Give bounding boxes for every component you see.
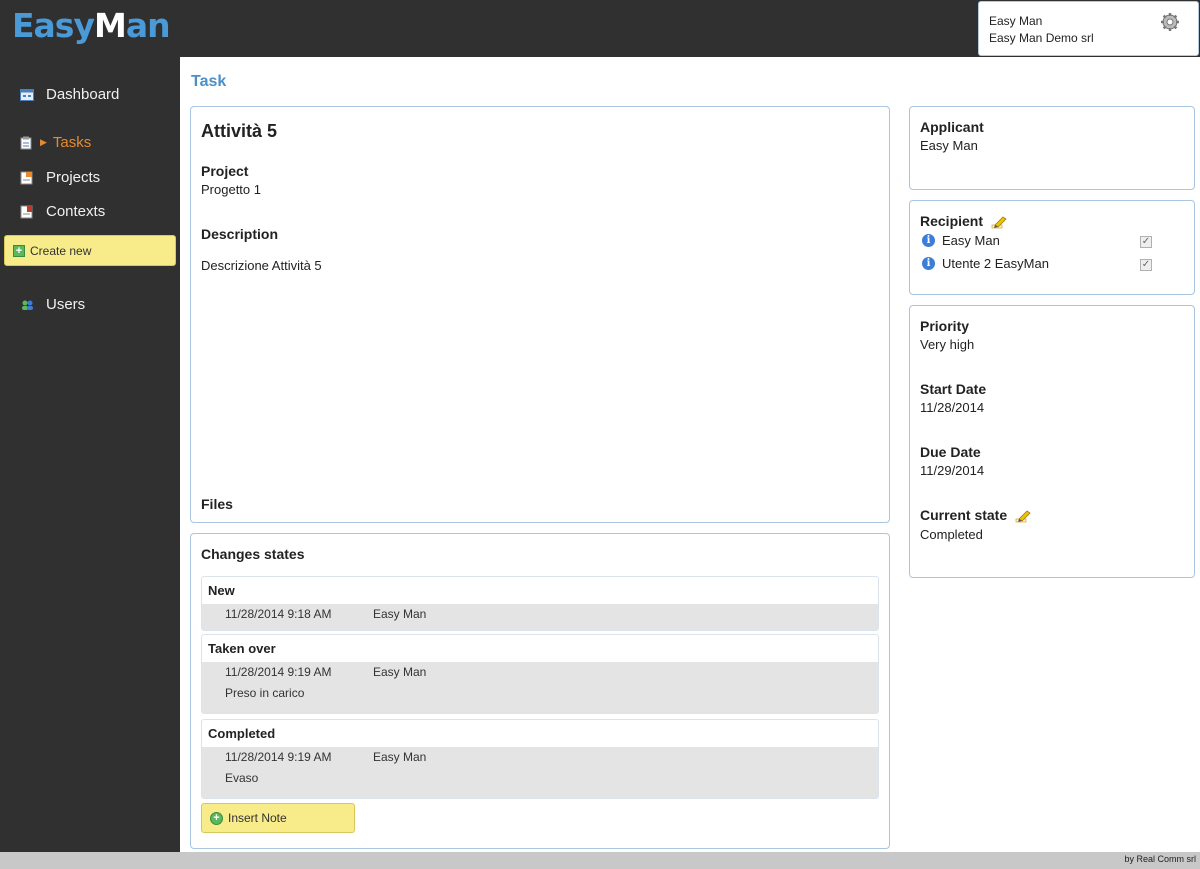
footer-credit: by Real Comm srl (1124, 854, 1196, 864)
description-label: Description (201, 226, 279, 242)
recipient-item: i Easy Man (922, 233, 1000, 248)
project-label: Project (201, 163, 249, 179)
state-details: 11/28/2014 9:18 AM Easy Man (202, 604, 878, 630)
changes-states-title: Changes states (201, 546, 305, 562)
user-box[interactable]: Easy Man Easy Man Demo srl (978, 1, 1199, 56)
state-name: Completed (208, 726, 276, 741)
state-name: Taken over (208, 641, 276, 656)
current-state-label: Current state (920, 507, 1008, 523)
priority-value: Very high (920, 337, 975, 352)
active-arrow-icon: ▶ (40, 137, 47, 147)
state-date: 11/28/2014 9:18 AM (225, 607, 332, 621)
sidebar-item-label: Tasks (52, 134, 92, 151)
project-value: Progetto 1 (201, 182, 261, 197)
state-details: 11/28/2014 9:19 AM Easy Man Preso in car… (202, 662, 878, 713)
projects-icon (20, 171, 33, 184)
task-title: Attività 5 (201, 121, 278, 141)
state-note: Evaso (225, 771, 259, 785)
task-panel: Attività 5 Project Progetto 1 Descriptio… (190, 106, 890, 523)
sidebar: Dashboard ▶ Tasks Projects Contexts + Cr… (0, 57, 180, 852)
state-note: Preso in carico (225, 686, 305, 700)
start-date-value: 11/28/2014 (920, 400, 985, 415)
page-title: Task (191, 73, 227, 90)
contexts-icon (20, 205, 33, 218)
changes-states-panel: Changes states New 11/28/2014 9:18 AM Ea… (190, 533, 890, 849)
recipient-panel: Recipient i Easy Man ✓ i Utente 2 EasyMa… (909, 200, 1195, 295)
recipient-label: Recipient (920, 213, 984, 229)
edit-state-pencil-icon[interactable] (1015, 510, 1031, 523)
sidebar-item-label: Dashboard (46, 86, 120, 103)
create-new-button[interactable]: + Create new (4, 235, 176, 266)
due-date-value: 11/29/2014 (920, 463, 985, 478)
logo-part-m: M (93, 6, 127, 45)
recipient-item: i Utente 2 EasyMan (922, 256, 1049, 271)
recipient-checkbox[interactable]: ✓ (1140, 236, 1152, 248)
edit-recipient-pencil-icon[interactable] (991, 216, 1007, 229)
footer: by Real Comm srl (0, 852, 1200, 869)
users-icon (22, 300, 33, 310)
sidebar-item-label: Contexts (46, 203, 106, 220)
state-user: Easy Man (373, 607, 427, 621)
sidebar-item-label: Users (46, 296, 86, 313)
state-date: 11/28/2014 9:19 AM (225, 750, 332, 764)
description-value: Descrizione Attività 5 (201, 258, 322, 273)
sidebar-item-contexts[interactable]: Contexts (20, 203, 105, 220)
applicant-panel: Applicant Easy Man (909, 106, 1195, 190)
sidebar-item-tasks[interactable]: ▶ Tasks (20, 134, 91, 151)
sidebar-item-dashboard[interactable]: Dashboard (20, 86, 119, 103)
state-entry-new: New 11/28/2014 9:18 AM Easy Man (201, 576, 879, 631)
due-date-label: Due Date (920, 444, 981, 460)
logo-part-easy: Easy (12, 6, 95, 45)
recipient-name: Utente 2 EasyMan (942, 256, 1049, 271)
plus-icon: + (13, 244, 25, 257)
applicant-value: Easy Man (920, 138, 978, 153)
gear-icon[interactable] (1160, 12, 1180, 32)
easyman-logo[interactable]: EasyMan (12, 6, 171, 45)
recipient-checkbox[interactable]: ✓ (1140, 259, 1152, 271)
details-panel: Priority Very high Start Date 11/28/2014… (909, 305, 1195, 578)
top-bar: EasyMan Easy Man Easy Man Demo srl (0, 0, 1200, 57)
current-state-value: Completed (920, 527, 983, 542)
state-name: New (208, 583, 235, 598)
state-entry-completed: Completed 11/28/2014 9:19 AM Easy Man Ev… (201, 719, 879, 799)
state-user: Easy Man (373, 750, 427, 764)
insert-note-button[interactable]: + Insert Note (201, 803, 355, 833)
plus-circle-icon: + (210, 811, 223, 825)
info-icon[interactable]: i (922, 234, 935, 247)
sidebar-item-users[interactable]: Users (20, 296, 85, 313)
applicant-label: Applicant (920, 119, 984, 135)
insert-note-label: Insert Note (228, 811, 287, 825)
user-name: Easy Man (989, 14, 1043, 28)
recipient-label-row: Recipient (920, 213, 1007, 229)
state-date: 11/28/2014 9:19 AM (225, 665, 332, 679)
start-date-label: Start Date (920, 381, 987, 397)
create-new-label: Create new (30, 243, 92, 258)
state-entry-taken-over: Taken over 11/28/2014 9:19 AM Easy Man P… (201, 634, 879, 714)
dashboard-icon (20, 88, 34, 101)
files-label: Files (201, 496, 233, 512)
info-icon[interactable]: i (922, 257, 935, 270)
logo-part-an: an (125, 6, 171, 45)
current-state-label-row: Current state (920, 507, 1031, 523)
recipient-name: Easy Man (942, 233, 1000, 248)
sidebar-item-label: Projects (46, 169, 101, 186)
user-company: Easy Man Demo srl (989, 31, 1094, 45)
tasks-icon (20, 136, 32, 149)
state-user: Easy Man (373, 665, 427, 679)
priority-label: Priority (920, 318, 970, 334)
sidebar-item-projects[interactable]: Projects (20, 169, 100, 186)
state-details: 11/28/2014 9:19 AM Easy Man Evaso (202, 747, 878, 798)
